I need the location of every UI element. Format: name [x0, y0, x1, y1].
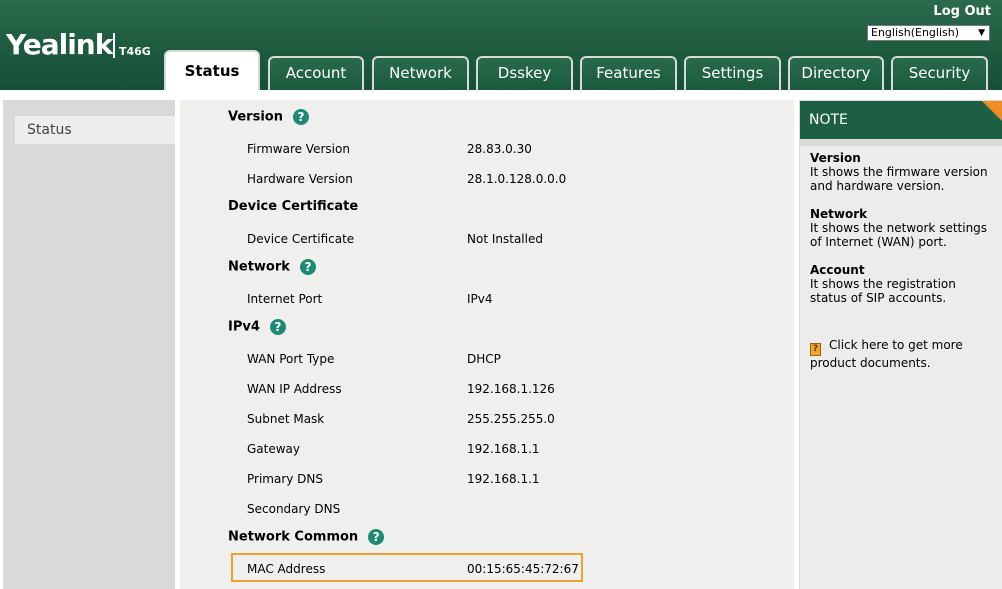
device-certificate-label: Device Certificate — [247, 232, 355, 246]
help-icon[interactable]: ? — [269, 319, 286, 335]
note-version: Version It shows the firmware version and… — [810, 151, 995, 193]
primary-dns-value: 192.168.1.1 — [467, 472, 540, 486]
note-version-text: It shows the firmware version and hardwa… — [810, 165, 988, 193]
note-network-text: It shows the network settings of Interne… — [810, 221, 988, 249]
version-heading: Version? — [228, 109, 309, 125]
internet-port-value: IPv4 — [467, 292, 493, 306]
wan-port-type-label: WAN Port Type — [247, 352, 335, 366]
gateway-value: 192.168.1.1 — [467, 442, 540, 456]
secondary-dns-label: Secondary DNS — [247, 502, 341, 516]
sidebar — [3, 100, 175, 589]
note-corner-fold — [982, 101, 1002, 121]
logout-link[interactable]: Log Out — [933, 4, 991, 19]
note-account-title: Account — [810, 263, 865, 277]
network-common-heading: Network Common? — [228, 529, 385, 545]
note-title: NOTE — [800, 101, 1002, 139]
help-icon[interactable]: ? — [299, 259, 316, 275]
note-network-title: Network — [810, 207, 868, 221]
language-select[interactable]: English(English) ▼ — [867, 25, 990, 41]
sidebar-item-status[interactable]: Status — [15, 116, 175, 144]
note-account: Account It shows the registration status … — [810, 263, 995, 305]
dropdown-arrow-icon: ▼ — [978, 28, 985, 38]
wan-ip-address-label: WAN IP Address — [247, 382, 342, 396]
internet-port-label: Internet Port — [247, 292, 323, 306]
wan-port-type-value: DHCP — [467, 352, 501, 366]
wan-ip-address-value: 192.168.1.126 — [467, 382, 555, 396]
firmware-version-value: 28.83.0.30 — [467, 142, 532, 156]
device-certificate-heading: Device Certificate — [228, 199, 359, 214]
note-account-text: It shows the registration status of SIP … — [810, 277, 956, 305]
subnet-mask-label: Subnet Mask — [247, 412, 325, 426]
subnet-mask-value: 255.255.255.0 — [467, 412, 555, 426]
network-heading: Network? — [228, 259, 316, 275]
network-common-title: Network Common — [228, 529, 359, 545]
version-title: Version — [228, 109, 283, 125]
network-title: Network — [228, 259, 290, 275]
help-icon[interactable]: ? — [368, 529, 385, 545]
logo-divider — [113, 33, 115, 58]
tab-status[interactable]: Status — [164, 50, 260, 90]
tab-features[interactable]: Features — [580, 56, 677, 90]
mac-address-label: MAC Address — [247, 562, 326, 576]
ipv4-heading: IPv4? — [228, 319, 286, 335]
document-icon: ? — [810, 343, 821, 356]
tab-account[interactable]: Account — [268, 56, 364, 90]
device-certificate-value: Not Installed — [467, 232, 543, 246]
help-icon[interactable]: ? — [292, 109, 309, 125]
note-network: Network It shows the network settings of … — [810, 207, 995, 249]
hardware-version-value: 28.1.0.128.0.0.0 — [467, 172, 567, 186]
tab-dsskey[interactable]: Dsskey — [476, 56, 573, 90]
hardware-version-label: Hardware Version — [247, 172, 353, 186]
primary-dns-label: Primary DNS — [247, 472, 324, 486]
model-label: T46G — [119, 45, 151, 58]
firmware-version-label: Firmware Version — [247, 142, 350, 156]
gateway-label: Gateway — [247, 442, 301, 456]
note-docs-text[interactable]: Click here to get more product documents… — [810, 338, 963, 370]
mac-address-value: 00:15:65:45:72:67 — [467, 562, 579, 576]
tab-directory[interactable]: Directory — [788, 56, 884, 90]
tab-security[interactable]: Security — [891, 56, 988, 90]
tab-settings[interactable]: Settings — [684, 56, 781, 90]
note-docs-link[interactable]: ? Click here to get more product document… — [810, 338, 995, 371]
language-value: English(English) — [871, 26, 960, 39]
note-version-title: Version — [810, 151, 861, 165]
ipv4-title: IPv4 — [228, 319, 260, 335]
brand-logo: Yealink — [6, 28, 113, 61]
tab-network[interactable]: Network — [372, 56, 469, 90]
